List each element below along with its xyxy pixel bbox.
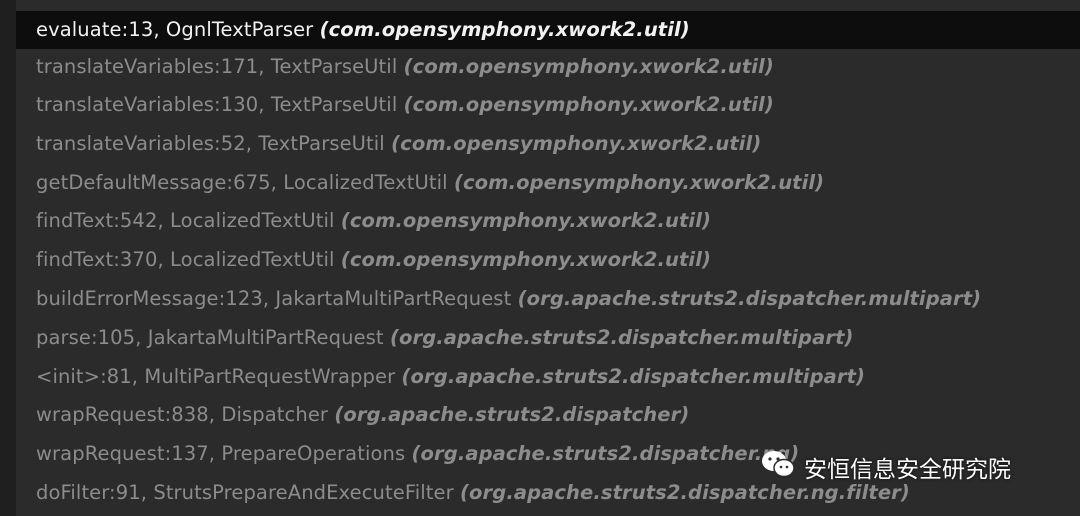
stack-frame-row[interactable]: <init>:81, MultiPartRequestWrapper (org.… [16,358,1080,396]
frame-method: wrapRequest:137, PrepareOperations [36,442,406,465]
frame-package: (com.opensymphony.xwork2.util) [454,171,825,194]
wechat-icon [760,449,796,485]
frame-package: (org.apache.struts2.dispatcher) [334,403,690,426]
frame-method: buildErrorMessage:123, JakartaMultiPartR… [36,287,512,310]
stack-frame-row[interactable]: evaluate:13, OgnlTextParser (com.opensym… [16,11,1080,49]
stack-frame-row[interactable]: findText:542, LocalizedTextUtil (com.ope… [16,202,1080,240]
frame-package: (com.opensymphony.xwork2.util) [403,55,774,78]
frame-method: translateVariables:171, TextParseUtil [36,55,398,78]
frame-method: translateVariables:130, TextParseUtil [36,93,398,116]
frame-package: (com.opensymphony.xwork2.util) [403,93,774,116]
frame-method: evaluate:13, OgnlTextParser [36,18,314,41]
stack-frame-row[interactable]: translateVariables:130, TextParseUtil (c… [16,86,1080,124]
debugger-frames-panel: evaluate:13, OgnlTextParser (com.opensym… [0,0,1080,516]
frame-package: (com.opensymphony.xwork2.util) [319,18,690,41]
stack-frame-row[interactable]: translateVariables:171, TextParseUtil (c… [16,48,1080,86]
frame-method: parse:105, JakartaMultiPartRequest [36,326,384,349]
frame-package: (com.opensymphony.xwork2.util) [340,209,712,232]
stack-frame-row[interactable]: findText:370, LocalizedTextUtil (com.ope… [16,241,1080,279]
frame-package: (org.apache.struts2.dispatcher.multipart… [401,365,866,388]
frame-method: findText:542, LocalizedTextUtil [36,209,335,232]
stack-frame-row[interactable]: getDefaultMessage:675, LocalizedTextUtil… [16,164,1080,202]
frame-method: translateVariables:52, TextParseUtil [36,132,385,155]
stack-frame-row[interactable]: parse:105, JakartaMultiPartRequest (org.… [16,319,1080,357]
watermark-text: 安恒信息安全研究院 [804,457,1011,483]
panel-left-edge [0,0,16,516]
frame-package: (com.opensymphony.xwork2.util) [391,132,762,155]
frame-package: (org.apache.struts2.dispatcher.ng) [411,442,800,465]
watermark: 安恒信息安全研究院 [760,447,1011,487]
stack-frame-row[interactable]: wrapRequest:838, Dispatcher (org.apache.… [16,396,1080,434]
frame-package: (org.apache.struts2.dispatcher.multipart… [389,326,854,349]
frame-package: (org.apache.struts2.dispatcher.multipart… [517,287,982,310]
stack-frame-row[interactable]: translateVariables:52, TextParseUtil (co… [16,125,1080,163]
frame-method: <init>:81, MultiPartRequestWrapper [36,365,396,388]
frame-package: (com.opensymphony.xwork2.util) [340,248,712,271]
frame-method: wrapRequest:838, Dispatcher [36,403,329,426]
frame-method: findText:370, LocalizedTextUtil [36,248,335,271]
stack-frame-row[interactable]: buildErrorMessage:123, JakartaMultiPartR… [16,280,1080,318]
frame-method: doFilter:91, StrutsPrepareAndExecuteFilt… [36,481,454,504]
frame-method: getDefaultMessage:675, LocalizedTextUtil [36,171,448,194]
